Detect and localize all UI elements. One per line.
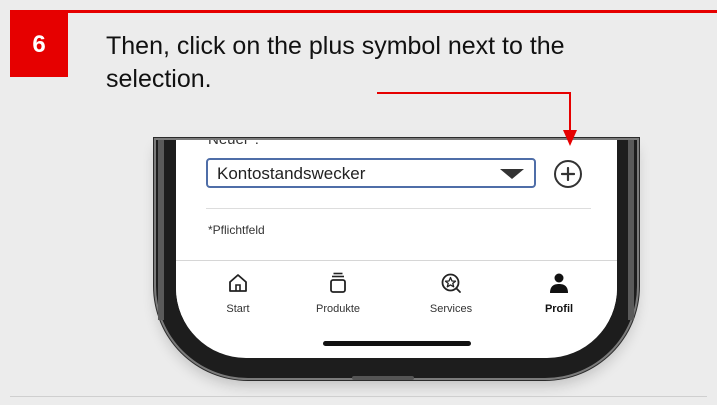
chevron-down-icon <box>500 169 524 179</box>
nav-item-profil[interactable]: Profil <box>519 271 599 315</box>
nav-item-produkte[interactable]: Produkte <box>298 271 378 315</box>
home-icon <box>229 274 247 292</box>
top-accent-rule <box>10 10 717 13</box>
home-indicator <box>323 341 471 346</box>
select-value: Kontostandswecker <box>217 164 366 183</box>
nav-item-services[interactable]: Services <box>411 271 491 315</box>
profile-icon <box>550 273 568 293</box>
nav-item-start[interactable]: Start <box>198 271 278 315</box>
type-select[interactable]: Kontostandswecker <box>206 158 536 188</box>
step-number-badge: 6 <box>10 13 68 77</box>
nav-label-start: Start <box>226 303 250 315</box>
divider <box>206 208 591 209</box>
phone-edge-right <box>628 140 634 320</box>
phone-edge-left <box>158 140 164 320</box>
required-note: *Pflichtfeld <box>208 223 265 237</box>
add-plus-button[interactable] <box>554 160 582 188</box>
nav-label-profil: Profil <box>544 303 574 315</box>
instruction-text: Then, click on the plus symbol next to t… <box>106 32 565 93</box>
field-label: Neuer*: <box>208 140 259 148</box>
phone-screen: Neuer*: Kontostandswecker *Pflichtfeld S… <box>176 140 617 358</box>
bottom-nav: Start Produkte Services Profil <box>176 260 617 331</box>
plus-icon <box>561 167 575 181</box>
services-star-icon <box>441 273 461 293</box>
bottom-rule <box>10 396 707 397</box>
nav-label-produkte: Produkte <box>315 303 361 315</box>
nav-label-services: Services <box>429 303 473 315</box>
stack-icon <box>330 272 346 293</box>
phone-speaker-strip <box>352 376 414 380</box>
